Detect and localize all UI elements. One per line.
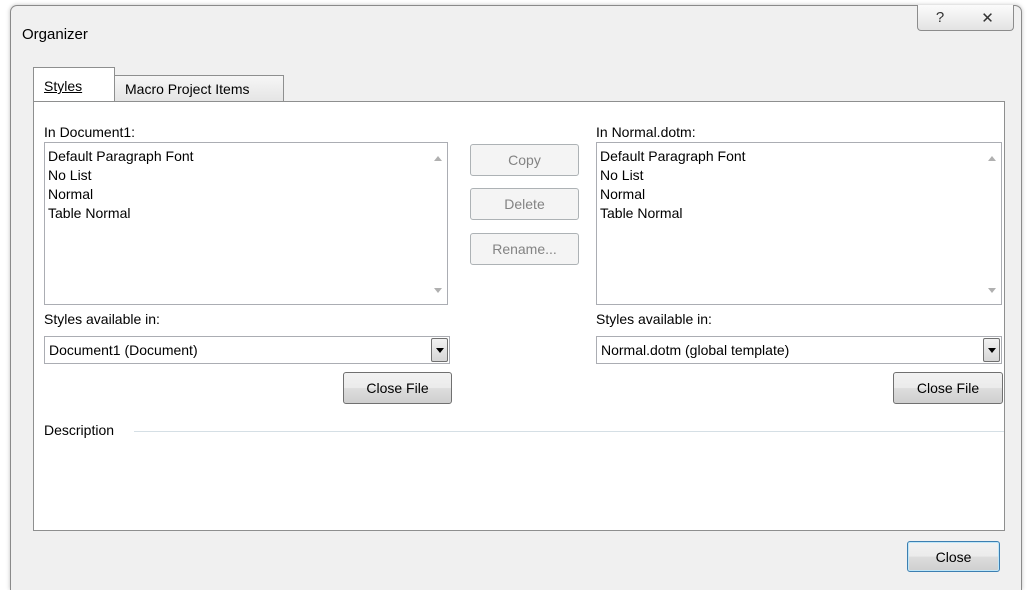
right-styles-list[interactable]: Default Paragraph Font No List Normal Ta… [596,142,1002,305]
right-list-scrollbar[interactable] [983,143,1001,304]
left-close-file-button[interactable]: Close File [343,372,452,404]
organizer-dialog: Organizer ? ✕ Styles Macro Project Items… [10,5,1022,590]
right-close-file-button[interactable]: Close File [893,372,1003,404]
window-close-button[interactable]: ✕ [962,5,1014,31]
scroll-down-arrow-icon[interactable] [434,288,442,293]
tab-styles[interactable]: Styles [33,67,115,101]
delete-label: Delete [504,196,545,212]
left-styles-list[interactable]: Default Paragraph Font No List Normal Ta… [44,142,448,305]
right-available-label: Styles available in: [596,311,712,327]
right-available-value: Normal.dotm (global template) [601,342,790,358]
right-styles-available-select[interactable]: Normal.dotm (global template) [596,336,1002,364]
left-close-file-label: Close File [366,380,429,396]
help-button[interactable]: ? [917,5,963,31]
list-item[interactable]: Default Paragraph Font [600,147,1001,166]
left-available-label: Styles available in: [44,311,160,327]
close-icon: ✕ [981,9,994,27]
tab-macro-project-items[interactable]: Macro Project Items [114,75,284,102]
close-button-label: Close [935,548,972,565]
dropdown-arrow-icon[interactable] [431,338,448,362]
left-list-label: In Document1: [44,124,136,140]
close-button[interactable]: Close [907,541,1000,572]
delete-button[interactable]: Delete [470,188,579,220]
left-list-scrollbar[interactable] [429,143,447,304]
right-close-file-label: Close File [916,380,980,396]
rename-button[interactable]: Rename... [470,233,579,265]
tab-styles-label: Styles [44,78,83,94]
list-item[interactable]: Table Normal [600,204,1001,223]
tab-macro-label: Macro Project Items [125,81,250,97]
help-icon: ? [935,9,945,26]
description-label: Description [44,422,115,438]
copy-button[interactable]: Copy [470,144,579,176]
dropdown-arrow-icon[interactable] [983,338,1000,362]
list-item[interactable]: No List [600,166,1001,185]
left-styles-available-select[interactable]: Document1 (Document) [44,336,450,364]
styles-tab-panel: In Document1: Default Paragraph Font No … [33,101,1005,531]
scroll-up-arrow-icon[interactable] [988,156,996,161]
right-list-label: In Normal.dotm: [596,124,696,140]
list-item[interactable]: Default Paragraph Font [48,147,447,166]
scroll-down-arrow-icon[interactable] [988,288,996,293]
dialog-title: Organizer [22,26,88,43]
description-divider [134,431,1004,432]
copy-label: Copy [508,152,541,168]
left-available-value: Document1 (Document) [49,342,198,358]
scroll-up-arrow-icon[interactable] [434,156,442,161]
rename-label: Rename... [492,241,557,257]
list-item[interactable]: Normal [48,185,447,204]
list-item[interactable]: Normal [600,185,1001,204]
list-item[interactable]: No List [48,166,447,185]
list-item[interactable]: Table Normal [48,204,447,223]
